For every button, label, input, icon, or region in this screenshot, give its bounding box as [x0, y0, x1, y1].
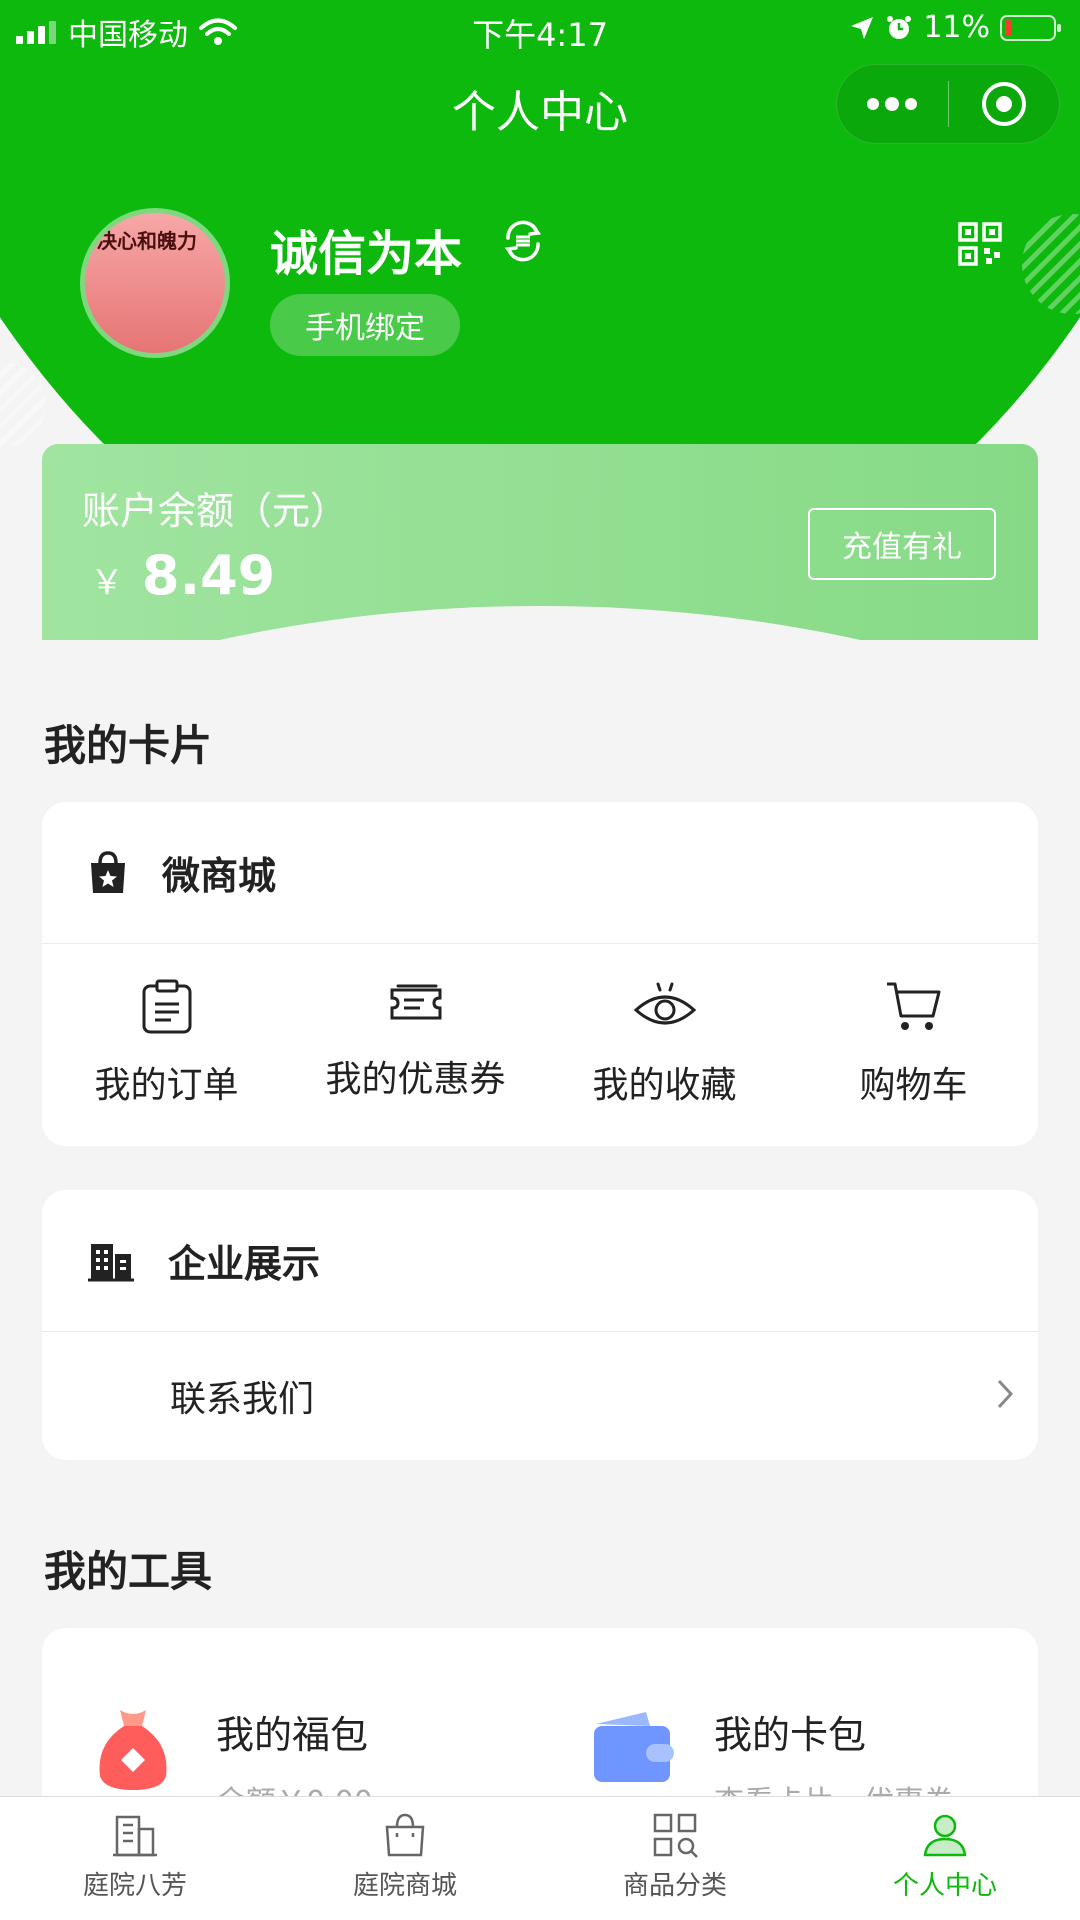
coupon-icon: [390, 984, 441, 1020]
category-icon: [653, 1813, 698, 1858]
tab-label: 庭院商城: [352, 1871, 457, 1901]
building-icon: [113, 1815, 157, 1857]
battery-icon: [1000, 14, 1061, 41]
section-title-cards: 我的卡片: [44, 721, 213, 770]
shortcut-my-favorites[interactable]: 我的收藏: [540, 944, 789, 1146]
chevron-right-icon: [997, 1379, 1014, 1409]
shopping-bag-star-icon: [91, 850, 125, 893]
battery-percent: 11%: [923, 10, 990, 45]
shortcut-label: 我的收藏: [592, 1065, 737, 1106]
balance-label: 账户余额（元）: [82, 489, 349, 533]
balance-amount: 8.49: [142, 544, 276, 607]
building-solid-icon: [88, 1243, 134, 1281]
avatar[interactable]: 决心和魄力: [80, 208, 230, 358]
profile-header: 中国移动 下午4:17 11% 个人中心 决心和魄力 诚信为本 手机绑定 账户余…: [0, 0, 1080, 640]
shortcut-label: 我的订单: [94, 1065, 239, 1106]
tab-tingyuan-bafang[interactable]: 庭院八芳: [0, 1797, 270, 1920]
alarm-icon: [887, 15, 912, 39]
order-icon: [142, 979, 191, 1034]
shortcut-my-coupons[interactable]: 我的优惠券: [291, 944, 540, 1146]
wallet-icon: [594, 1712, 674, 1782]
more-button[interactable]: [837, 65, 948, 143]
shortcut-label: 我的优惠券: [325, 1059, 506, 1100]
company-card: 企业展示 联系我们: [42, 1190, 1038, 1460]
shortcut-my-orders[interactable]: 我的订单: [42, 944, 291, 1146]
target-close-icon: [981, 82, 1026, 126]
bind-phone-button[interactable]: 手机绑定: [270, 294, 460, 356]
currency-symbol: ￥: [90, 563, 124, 603]
miniprogram-capsule: [836, 64, 1060, 144]
tab-label: 个人中心: [892, 1871, 997, 1901]
company-title: 企业展示: [168, 1242, 321, 1286]
section-title-tools: 我的工具: [44, 1547, 213, 1596]
mall-card-header: 微商城: [42, 802, 1038, 944]
tab-profile-center[interactable]: 个人中心: [810, 1797, 1080, 1920]
tool-title: 我的卡包: [714, 1713, 867, 1757]
tab-tingyuan-mall[interactable]: 庭院商城: [270, 1797, 540, 1920]
shortcut-cart[interactable]: 购物车: [789, 944, 1038, 1146]
tab-bar: 庭院八芳 庭院商城 商品分类 个人中心: [0, 1796, 1080, 1920]
tool-title: 我的福包: [216, 1713, 369, 1757]
eye-icon: [633, 982, 696, 1025]
mall-shortcuts: 我的订单 我的优惠券 我的收藏 购物车: [42, 944, 1038, 1146]
mall-card: 微商城 我的订单 我的优惠券 我的收藏 购物车: [42, 802, 1038, 1146]
switch-account-icon[interactable]: [500, 218, 546, 264]
more-dots-icon: [867, 97, 918, 111]
tab-label: 庭院八芳: [82, 1871, 187, 1901]
location-arrow-icon: [851, 16, 874, 39]
lucky-bag-icon: [99, 1710, 167, 1790]
username: 诚信为本: [270, 226, 463, 282]
contact-us-label: 联系我们: [170, 1379, 315, 1420]
contact-us-row[interactable]: 联系我们: [42, 1332, 1038, 1460]
decor-stripe-left: [0, 362, 46, 448]
close-miniprogram-button[interactable]: [949, 65, 1060, 143]
mall-title: 微商城: [162, 854, 277, 898]
user-icon: [923, 1814, 967, 1857]
balance-amount-row: ￥ 8.49: [90, 544, 275, 607]
recharge-button[interactable]: 充值有礼: [808, 508, 996, 580]
shopping-bag-icon: [385, 1813, 425, 1857]
qr-code-icon[interactable]: [958, 222, 1002, 266]
tab-label: 商品分类: [622, 1871, 727, 1901]
tab-categories[interactable]: 商品分类: [540, 1797, 810, 1920]
status-bar: 中国移动 下午4:17 11%: [0, 0, 1080, 56]
company-card-header: 企业展示: [42, 1190, 1038, 1332]
avatar-image-text: 决心和魄力: [97, 229, 197, 253]
cart-icon: [886, 982, 940, 1030]
shortcut-label: 购物车: [859, 1065, 968, 1106]
